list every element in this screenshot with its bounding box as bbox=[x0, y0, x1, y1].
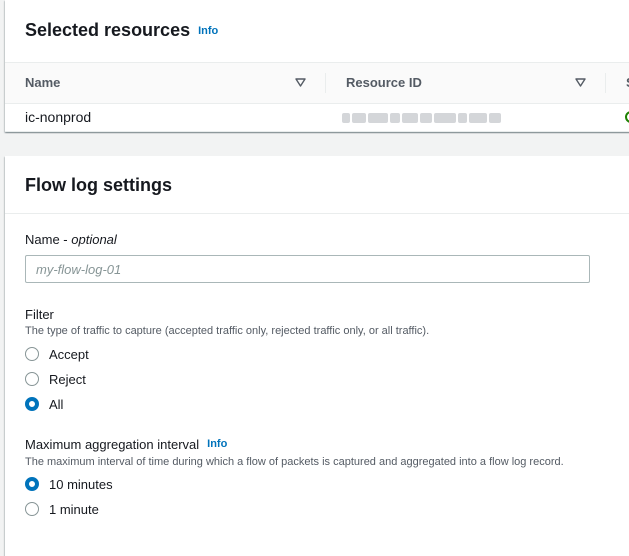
radio-unchecked-icon[interactable] bbox=[25, 372, 39, 386]
optional-label: optional bbox=[71, 232, 117, 247]
filter-option-reject[interactable]: Reject bbox=[25, 369, 86, 389]
selected-resources-title: Selected resources bbox=[25, 20, 191, 40]
selected-resources-info-link[interactable]: Info bbox=[198, 25, 218, 37]
sort-resource-id-icon[interactable] bbox=[575, 78, 586, 87]
column-separator[interactable] bbox=[325, 73, 326, 93]
name-field-label: Name - optional bbox=[25, 232, 117, 247]
column-separator[interactable] bbox=[605, 73, 606, 93]
column-header-name[interactable]: Name bbox=[25, 63, 60, 103]
resources-table-header: Name Resource ID S bbox=[5, 62, 629, 104]
filter-option-all[interactable]: All bbox=[25, 394, 63, 414]
radio-unchecked-icon[interactable] bbox=[25, 347, 39, 361]
aggregation-label-text: Maximum aggregation interval bbox=[25, 437, 200, 452]
selected-resources-heading: Selected resources Info bbox=[25, 20, 218, 41]
aggregation-option-1-minute[interactable]: 1 minute bbox=[25, 499, 99, 519]
table-row[interactable]: ic-nonprod bbox=[5, 103, 629, 132]
status-ok-icon bbox=[625, 111, 629, 123]
sort-name-icon[interactable] bbox=[295, 78, 306, 87]
flow-log-name-input[interactable] bbox=[25, 255, 590, 283]
redacted-resource-id bbox=[342, 113, 510, 123]
selected-resources-panel: Selected resources Info Name Resource ID … bbox=[5, 0, 629, 132]
filter-label: Filter bbox=[25, 307, 54, 322]
flow-log-settings-title: Flow log settings bbox=[25, 175, 172, 195]
panel-header-divider bbox=[5, 213, 629, 214]
aggregation-interval-description: The maximum interval of time during whic… bbox=[25, 456, 564, 468]
radio-checked-icon[interactable] bbox=[25, 477, 39, 491]
aggregation-interval-label: Maximum aggregation interval Info bbox=[25, 437, 227, 452]
name-label-text: Name bbox=[25, 232, 60, 247]
radio-unchecked-icon[interactable] bbox=[25, 502, 39, 516]
filter-option-accept[interactable]: Accept bbox=[25, 344, 89, 364]
radio-checked-icon[interactable] bbox=[25, 397, 39, 411]
column-header-resource-id[interactable]: Resource ID bbox=[346, 63, 422, 103]
aggregation-info-link[interactable]: Info bbox=[207, 438, 227, 450]
aggregation-option-10-minutes[interactable]: 10 minutes bbox=[25, 474, 113, 494]
resource-name-cell: ic-nonprod bbox=[25, 109, 92, 125]
flow-log-settings-panel: Flow log settings Name - optional Filter… bbox=[5, 156, 629, 556]
filter-description: The type of traffic to capture (accepted… bbox=[25, 325, 430, 337]
